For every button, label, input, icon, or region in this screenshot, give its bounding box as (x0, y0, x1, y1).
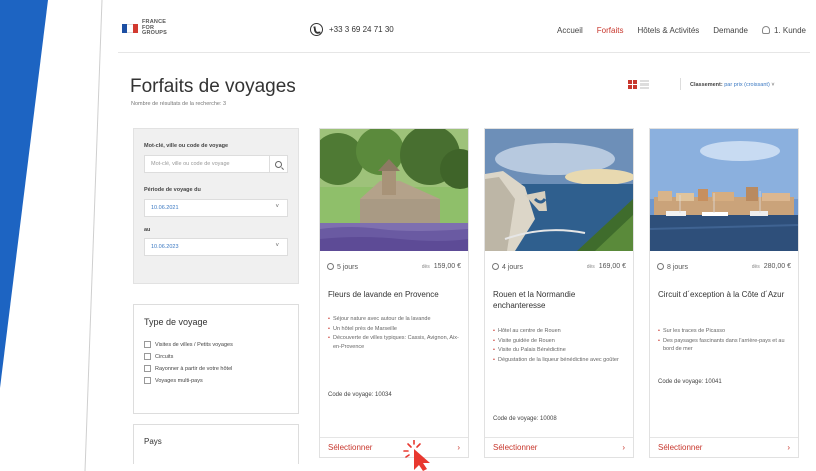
duration: 5 jours (327, 263, 358, 271)
date-from-field[interactable]: 10.06.2021 ˅ (144, 199, 288, 217)
period-label: Période de voyage du (144, 187, 201, 193)
trip-code: Code de voyage: 10041 (658, 379, 722, 385)
trip-type-filter: Type de voyage Visites de villes / Petit… (133, 304, 299, 414)
package-highlights: Hôtel au centre de Rouen Visite guidée d… (493, 327, 625, 365)
chevron-down-icon: ˅ (275, 243, 279, 249)
highlight-item: Séjour nature avec autour de la lavande (328, 315, 460, 324)
phone-contact[interactable]: +33 3 69 24 71 30 (310, 23, 394, 36)
keyword-input[interactable]: Mot-clé, ville ou code de voyage (144, 155, 270, 173)
trip-code: Code de voyage: 10034 (328, 392, 392, 398)
search-icon (275, 160, 282, 168)
nav-hotels-activites[interactable]: Hôtels & Activités (637, 26, 699, 35)
user-account[interactable]: 1. Kunde (761, 26, 806, 35)
country-filter[interactable]: Pays (133, 424, 299, 464)
sort-dropdown[interactable]: Classement: par prix (croissant) ˅ (690, 82, 775, 88)
view-toggle (628, 80, 649, 89)
sort-value: par prix (croissant) (724, 82, 770, 88)
chevron-right-icon: › (457, 443, 460, 452)
highlight-item: Dégustation de la liqueur bénédictine av… (493, 356, 625, 365)
clock-icon (492, 263, 499, 270)
user-name: 1. Kunde (773, 26, 806, 35)
package-image-etretat[interactable] (485, 129, 633, 251)
date-to-field[interactable]: 10.06.2023 ˅ (144, 238, 288, 256)
checkbox[interactable] (144, 341, 151, 348)
package-card[interactable]: 4 jours dès 169,00 € Rouen et la Normandi… (484, 128, 634, 458)
select-button[interactable]: Sélectionner › (650, 437, 798, 457)
type-option[interactable]: Rayonner à partir de votre hôtel (144, 365, 288, 372)
country-title: Pays (144, 437, 162, 446)
trip-code: Code de voyage: 10008 (493, 416, 557, 422)
highlight-item: Visite du Palais Bénédictine (493, 346, 625, 355)
highlight-item: Un hôtel près de Marseille (328, 325, 460, 334)
clock-icon (657, 263, 664, 270)
filter-sidebar: Mot-clé, ville ou code de voyage Mot-clé… (133, 128, 299, 464)
results-count: Nombre de résultats de la recherche: 3 (131, 101, 227, 107)
chevron-right-icon: › (787, 443, 790, 452)
package-title[interactable]: Rouen et la Normandie enchanteresse (493, 289, 625, 311)
list-view-icon[interactable] (640, 80, 649, 89)
search-panel: Mot-clé, ville ou code de voyage Mot-clé… (133, 128, 299, 284)
type-option[interactable]: Visites de villes / Petits voyages (144, 341, 288, 348)
header-divider (118, 52, 810, 53)
package-highlights: Séjour nature avec autour de la lavande … (328, 315, 460, 352)
search-button[interactable] (270, 155, 288, 173)
package-image-cote-azur[interactable] (650, 129, 798, 251)
highlight-item: Des paysages fascinants dans l'arrière-p… (658, 337, 790, 354)
nav-forfaits[interactable]: Forfaits (597, 26, 624, 35)
checkbox[interactable] (144, 377, 151, 384)
page-title: Forfaits de voyages (130, 76, 296, 97)
chevron-down-icon: ˅ (771, 82, 775, 88)
clock-icon (327, 263, 334, 270)
highlight-item: Hôtel au centre de Rouen (493, 327, 625, 336)
main-nav: Accueil Forfaits Hôtels & Activités Dema… (557, 26, 806, 35)
date-to-value: 10.06.2023 (151, 244, 179, 250)
checkbox[interactable] (144, 365, 151, 372)
chevron-right-icon: › (622, 443, 625, 452)
package-card[interactable]: 8 jours dès 280,00 € Circuit d´exception … (649, 128, 799, 458)
checkbox[interactable] (144, 353, 151, 360)
select-button[interactable]: Sélectionner › (320, 437, 468, 457)
date-from-value: 10.06.2021 (151, 205, 179, 211)
card-meta: 4 jours dès 169,00 € (492, 263, 626, 271)
package-image-lavender[interactable] (320, 129, 468, 251)
card-meta: 5 jours dès 159,00 € (327, 263, 461, 271)
type-option[interactable]: Circuits (144, 353, 288, 360)
highlight-item: Découverte de villes typiques: Cassis, A… (328, 334, 460, 351)
select-button[interactable]: Sélectionner › (485, 437, 633, 457)
user-icon (761, 26, 770, 34)
highlight-item: Visite guidée de Rouen (493, 337, 625, 346)
nav-accueil[interactable]: Accueil (557, 26, 583, 35)
package-card[interactable]: 5 jours dès 159,00 € Fleurs de lavande en… (319, 128, 469, 458)
trip-type-title: Type de voyage (144, 317, 208, 327)
brand-logo[interactable]: FRANCE FOR GROUPS (122, 19, 168, 37)
flag-icon (122, 23, 138, 33)
phone-number: +33 3 69 24 71 30 (329, 25, 394, 34)
duration: 4 jours (492, 263, 523, 271)
highlight-item: Sur les traces de Picasso (658, 327, 790, 336)
chevron-down-icon: ˅ (275, 204, 279, 210)
keyword-label: Mot-clé, ville ou code de voyage (144, 143, 229, 149)
sort-label: Classement: (690, 82, 723, 88)
type-option[interactable]: Voyages multi-pays (144, 377, 288, 384)
date-to-label: au (144, 227, 151, 233)
package-highlights: Sur les traces de Picasso Des paysages f… (658, 327, 790, 355)
logo-text: FRANCE FOR GROUPS (142, 19, 168, 36)
top-navbar: FRANCE FOR GROUPS +33 3 69 24 71 30 Accu… (118, 16, 810, 50)
nav-demande[interactable]: Demande (713, 26, 748, 35)
package-title[interactable]: Fleurs de lavande en Provence (328, 289, 460, 300)
card-meta: 8 jours dès 280,00 € (657, 263, 791, 271)
price: dès 159,00 € (421, 263, 461, 270)
grid-view-icon[interactable] (628, 80, 637, 89)
package-title[interactable]: Circuit d´exception à la Côte d´Azur (658, 289, 790, 300)
phone-icon (310, 23, 323, 36)
sort-divider (680, 78, 681, 90)
duration: 8 jours (657, 263, 688, 271)
price: dès 169,00 € (586, 263, 626, 270)
price: dès 280,00 € (751, 263, 791, 270)
cursor-click-icon (403, 440, 430, 471)
